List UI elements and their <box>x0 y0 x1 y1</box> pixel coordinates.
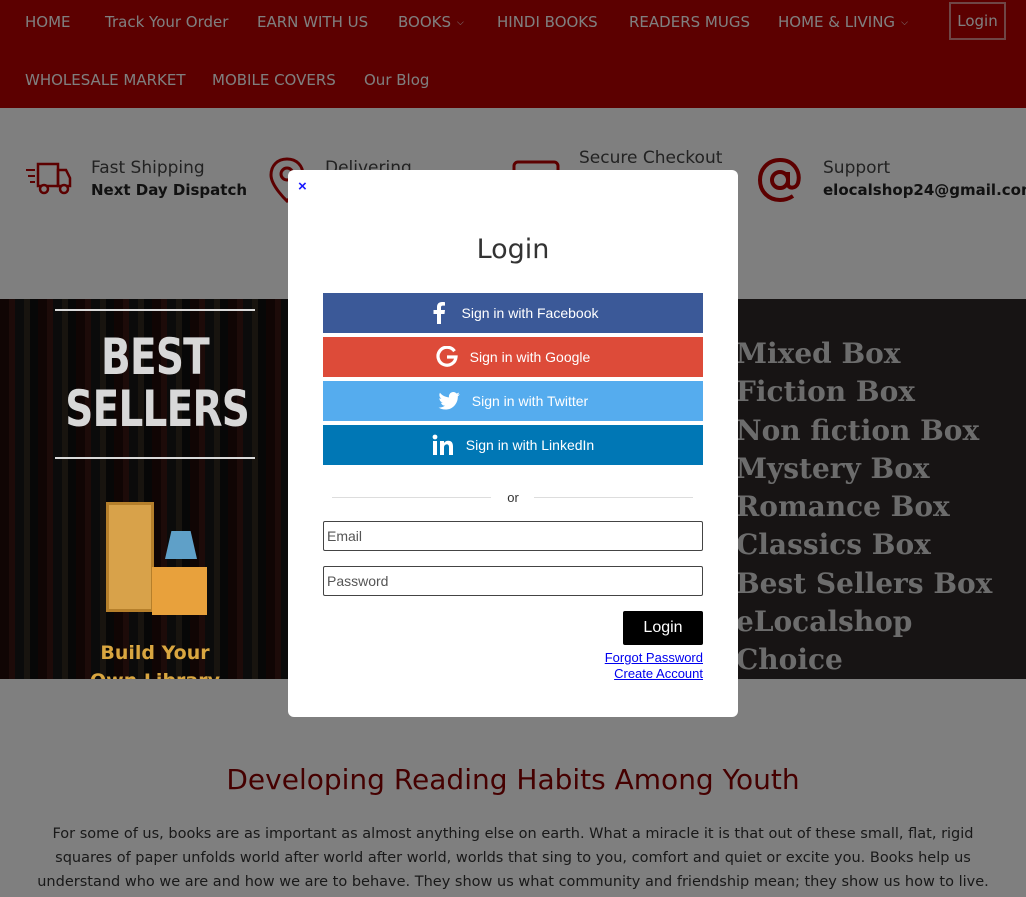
forgot-password-link[interactable]: Forgot Password <box>605 650 703 665</box>
desk-illustration <box>152 567 207 615</box>
google-signin-button[interactable]: Sign in with Google <box>323 337 703 377</box>
password-field[interactable] <box>323 566 703 596</box>
or-separator: or <box>507 490 519 505</box>
facebook-icon <box>428 302 450 324</box>
facebook-signin-label: Sign in with Facebook <box>461 305 599 321</box>
facebook-signin-button[interactable]: Sign in with Facebook <box>323 293 703 333</box>
linkedin-icon <box>432 434 454 456</box>
caption-line2: Own Library <box>40 667 270 679</box>
best-sellers-title-line2: SELLERS <box>65 380 250 438</box>
modal-title: Login <box>476 234 550 265</box>
google-icon <box>436 346 458 368</box>
linkedin-signin-button[interactable]: Sign in with LinkedIn <box>323 425 703 465</box>
best-sellers-title-line1: BEST <box>101 328 210 386</box>
twitter-icon <box>438 390 460 412</box>
build-library-caption: Build Your Own Library <box>40 639 270 679</box>
google-signin-label: Sign in with Google <box>469 349 591 365</box>
caption-line1: Build Your <box>100 642 210 664</box>
best-sellers-graphic[interactable]: BEST SELLERS Build Your Own Library <box>40 309 270 679</box>
bookcase-illustration <box>106 502 154 612</box>
close-icon[interactable]: × <box>298 178 307 195</box>
email-field[interactable] <box>323 521 703 551</box>
divider <box>55 309 255 311</box>
login-modal: × Login Sign in with Facebook Sign in wi… <box>288 170 738 717</box>
divider <box>55 457 255 459</box>
lamp-illustration <box>165 531 197 559</box>
twitter-signin-button[interactable]: Sign in with Twitter <box>323 381 703 421</box>
twitter-signin-label: Sign in with Twitter <box>471 393 589 409</box>
create-account-link[interactable]: Create Account <box>614 666 703 681</box>
linkedin-signin-label: Sign in with LinkedIn <box>465 437 595 453</box>
login-submit-button[interactable]: Login <box>623 611 703 645</box>
best-sellers-title: BEST SELLERS <box>65 328 250 438</box>
